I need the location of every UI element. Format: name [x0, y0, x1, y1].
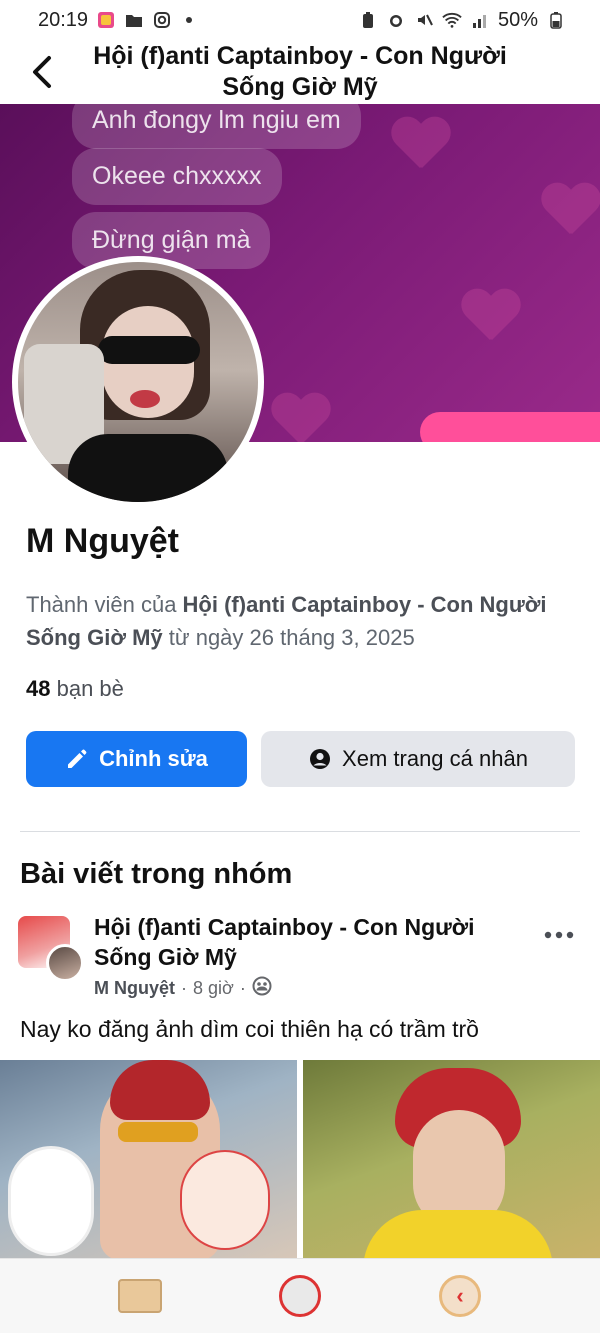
sticker-graphic — [8, 1146, 94, 1256]
cover-chat-bubble-pink — [420, 412, 600, 442]
back-chevron-icon: ‹ — [439, 1275, 481, 1317]
avatar-sunglasses — [98, 336, 200, 364]
chibi-sticker — [180, 1150, 270, 1250]
friends-number: 48 — [26, 676, 51, 701]
post-group-avatar[interactable] — [18, 916, 84, 982]
status-bar: 20:19 50% — [0, 0, 600, 40]
author-avatar — [46, 944, 84, 982]
app-notification-icon — [96, 11, 116, 29]
post-image[interactable] — [0, 1060, 297, 1258]
post-image[interactable] — [303, 1060, 600, 1258]
mute-icon — [414, 11, 434, 29]
friends-count[interactable]: 48 bạn bè — [26, 676, 124, 702]
cover-chat-bubble: Okeee chxxxxx — [72, 148, 282, 205]
membership-prefix: Thành viên của — [26, 592, 183, 617]
folder-icon — [124, 11, 144, 29]
more-options-button[interactable] — [544, 916, 574, 947]
edit-button[interactable]: Chỉnh sửa — [26, 731, 247, 787]
post-author[interactable]: M Nguyệt — [94, 978, 175, 999]
instagram-icon — [152, 11, 172, 29]
image-hair — [110, 1060, 210, 1120]
status-left: 20:19 — [38, 8, 193, 32]
section-title: Bài viết trong nhóm — [20, 858, 293, 890]
status-right: 50% — [358, 9, 566, 32]
image-glasses — [118, 1122, 198, 1142]
heart-decoration-icon — [270, 394, 330, 442]
membership-suffix: từ ngày 26 tháng 3, 2025 — [162, 625, 415, 650]
avatar-lips — [130, 390, 160, 408]
heart-decoration-icon — [460, 290, 520, 344]
bottom-app-box-icon[interactable] — [112, 1268, 168, 1324]
meta-separator: · — [181, 978, 187, 998]
membership-info: Thành viên của Hội (f)anti Captainboy - … — [26, 588, 576, 654]
battery-percent: 50% — [497, 8, 538, 31]
friends-label: bạn bè — [50, 676, 124, 701]
bottom-app-bar: ‹ — [0, 1258, 600, 1333]
battery-saver-icon — [358, 11, 378, 29]
heart-decoration-icon — [390, 118, 450, 172]
circle-shape — [279, 1275, 321, 1317]
back-arrow-icon — [33, 56, 51, 88]
battery-icon — [546, 11, 566, 29]
profile-avatar[interactable] — [12, 256, 264, 508]
view-profile-label: Xem trang cá nhân — [342, 746, 528, 771]
section-divider — [20, 831, 580, 832]
more-notifications-dot-icon — [186, 17, 193, 23]
wifi-icon — [442, 11, 462, 29]
bottom-app-back-icon[interactable]: ‹ — [432, 1268, 488, 1324]
post-time[interactable]: 8 giờ — [193, 978, 234, 999]
back-button[interactable] — [22, 48, 62, 96]
avatar-photo — [18, 262, 258, 502]
bottom-app-circle-icon[interactable] — [272, 1268, 328, 1324]
more-dots-icon — [544, 931, 574, 939]
view-profile-button[interactable]: Xem trang cá nhân — [261, 731, 575, 787]
cover-chat-bubble: Anh đongy lm ngiu em — [72, 104, 361, 149]
group-audience-icon — [252, 976, 272, 1001]
user-circle-icon — [308, 747, 332, 771]
post-group-name[interactable]: Hội (f)anti Captainboy - Con Người Sống … — [94, 912, 514, 972]
image-shirt — [363, 1210, 553, 1258]
post-text: Nay ko đăng ảnh dìm coi thiên hạ có trầm… — [20, 1016, 479, 1042]
post-meta: M Nguyệt · 8 giờ · — [94, 976, 272, 1001]
alarm-icon — [386, 11, 406, 29]
avatar-shirt — [68, 434, 228, 502]
meta-separator: · — [239, 978, 246, 998]
box-shape — [118, 1279, 162, 1313]
header: Hội (f)anti Captainboy - Con Người Sống … — [0, 40, 600, 104]
page-title: Hội (f)anti Captainboy - Con Người Sống … — [93, 42, 507, 101]
profile-name: M Nguyệt — [26, 522, 179, 560]
status-time: 20:19 — [38, 8, 89, 31]
signal-icon — [470, 11, 490, 29]
pencil-icon — [65, 747, 89, 771]
heart-decoration-icon — [540, 184, 600, 238]
edit-button-label: Chỉnh sửa — [99, 746, 208, 771]
